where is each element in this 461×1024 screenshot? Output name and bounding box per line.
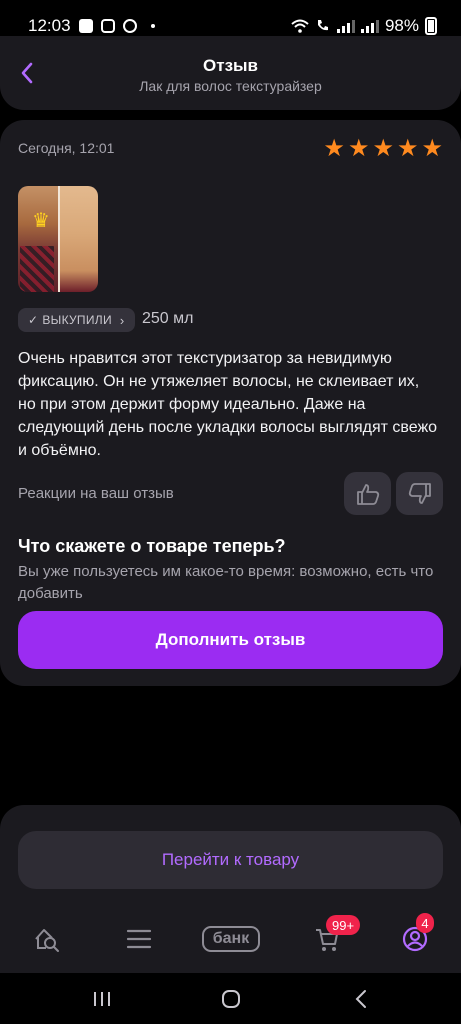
gallery-notification-icon xyxy=(78,19,93,33)
check-icon: ✓ xyxy=(28,313,39,327)
review-text: Очень нравится этот текстуризатор за нев… xyxy=(18,350,438,459)
status-time: 12:03 xyxy=(28,16,71,35)
status-right: 98% xyxy=(291,16,437,36)
battery-percent: 98% xyxy=(384,16,419,35)
cta-text: Вы уже пользуетесь им какое-то время: во… xyxy=(18,563,434,602)
thumbs-down-icon xyxy=(408,482,431,504)
like-button[interactable] xyxy=(344,472,391,515)
purchased-label: ВЫКУПИЛИ xyxy=(42,313,112,327)
star-icon: ★ xyxy=(323,134,345,162)
profile-badge: 4 xyxy=(416,913,434,933)
cart-badge: 99+ xyxy=(326,915,361,935)
status-left: 12:03 xyxy=(28,16,155,36)
star-icon: ★ xyxy=(396,134,419,162)
page-title: Отзыв xyxy=(203,56,258,75)
product-volume: 250 мл xyxy=(142,310,194,327)
chevron-right-icon: › xyxy=(119,312,125,328)
thumbs-up-icon xyxy=(356,483,379,505)
system-nav xyxy=(0,973,461,1024)
wifi-icon xyxy=(291,19,309,33)
review-card: Сегодня, 12:01 ★ ★ ★ ★ ★ ♛ ✓ ВЫКУПИЛИ › … xyxy=(0,120,461,686)
home-search-icon xyxy=(35,929,59,952)
product-name: Лак для волос текстурайзер xyxy=(139,78,322,94)
star-icon: ★ xyxy=(347,134,370,162)
signal-1-icon xyxy=(336,19,355,33)
photo-after xyxy=(58,186,98,292)
menu-icon xyxy=(126,929,152,949)
home-circle-icon xyxy=(222,990,240,1008)
star-icon: ★ xyxy=(421,134,443,162)
home-button[interactable] xyxy=(219,987,243,1011)
signal-2-icon xyxy=(360,19,379,33)
star-icon: ★ xyxy=(372,134,394,162)
nav-bank[interactable]: банк xyxy=(201,923,261,955)
review-date: Сегодня, 12:01 xyxy=(18,140,115,156)
nav-home[interactable] xyxy=(30,923,64,955)
battery-icon xyxy=(425,17,437,35)
crown-icon: ♛ xyxy=(32,208,50,232)
nav-cart[interactable]: 99+ xyxy=(310,915,361,955)
cta-title: Что скажете о товаре теперь? xyxy=(18,536,286,556)
dislike-button[interactable] xyxy=(396,472,443,515)
purchased-badge[interactable]: ✓ ВЫКУПИЛИ › xyxy=(18,308,135,332)
add-to-review-button[interactable]: Дополнить отзыв xyxy=(18,611,443,669)
recent-apps-icon xyxy=(94,992,110,1006)
call-icon xyxy=(317,20,328,31)
instagram-notification-icon xyxy=(100,19,115,33)
reactions-label: Реакции на ваш отзыв xyxy=(18,485,174,502)
nav-catalog[interactable] xyxy=(124,923,154,955)
bottom-sheet: Перейти к товару xyxy=(0,805,461,905)
nav-profile[interactable]: 4 xyxy=(400,913,434,955)
whatsapp-notification-icon xyxy=(122,19,137,33)
rating-stars: ★ ★ ★ ★ ★ xyxy=(323,136,443,160)
back-chevron-icon xyxy=(355,990,366,1008)
go-to-product-button[interactable]: Перейти к товару xyxy=(18,831,443,889)
system-back-button[interactable] xyxy=(349,987,373,1011)
review-photo[interactable]: ♛ xyxy=(18,186,98,292)
more-notifications-icon xyxy=(150,24,155,28)
header: Отзыв Лак для волос текстурайзер xyxy=(0,36,461,110)
bottom-nav: банк 99+ 4 xyxy=(0,905,461,973)
recent-apps-button[interactable] xyxy=(90,987,114,1011)
bank-logo: банк xyxy=(202,926,260,952)
photo-before xyxy=(18,186,58,292)
